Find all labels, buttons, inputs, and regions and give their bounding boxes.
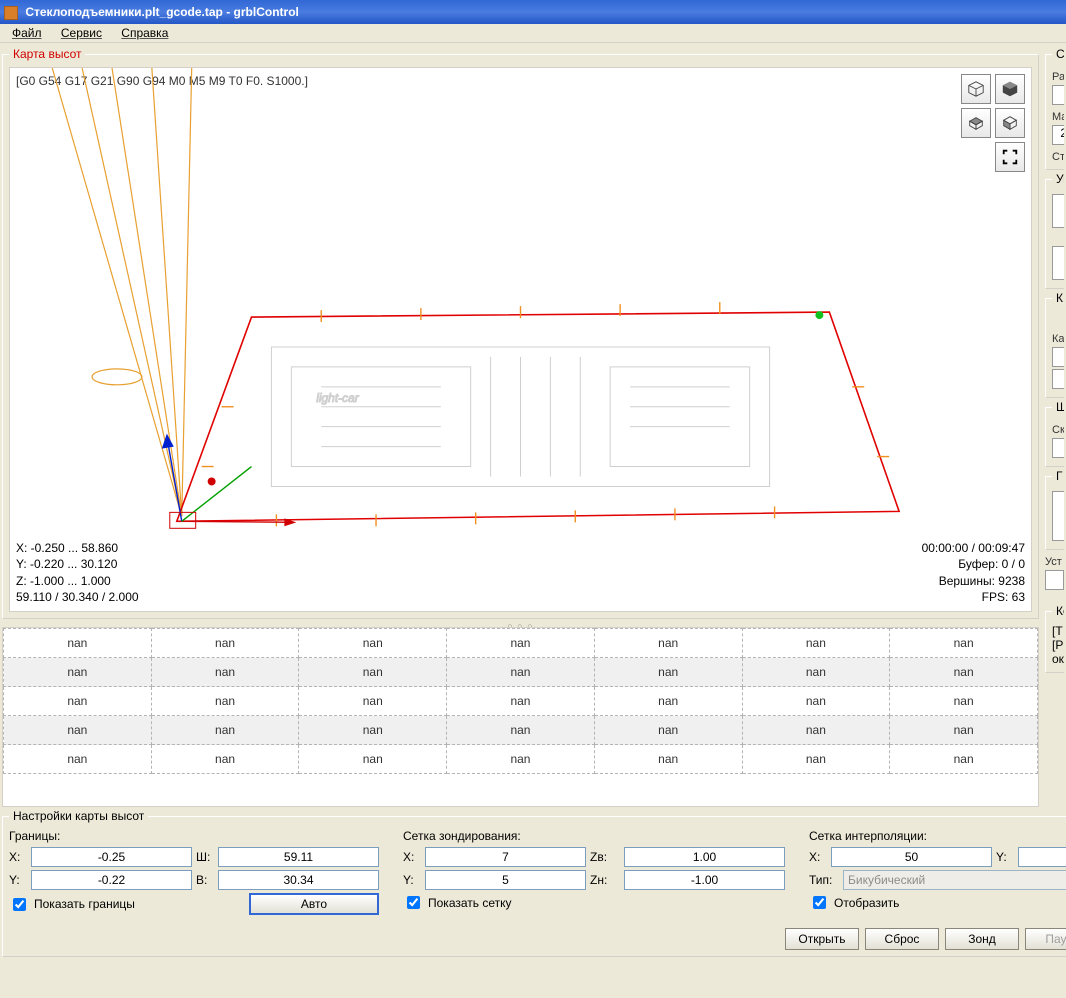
viewport-3d[interactable]: [G0 G54 G17 G21 G90 G94 M0 M5 M9 T0 F0. … (9, 67, 1032, 612)
interp-y-input[interactable] (1018, 847, 1066, 867)
heightmap-group: Карта высот [G0 G54 G17 G21 G90 G94 M0 M… (2, 47, 1039, 619)
table-cell[interactable]: nan (299, 716, 447, 745)
menubar: Файл Сервис Справка (0, 24, 1066, 43)
table-cell[interactable]: nan (4, 716, 152, 745)
table-cell[interactable]: nan (299, 687, 447, 716)
pause-button[interactable]: Пауза (1025, 928, 1066, 950)
table-cell[interactable]: nan (299, 629, 447, 658)
heightmap-settings-group: Настройки карты высот Границы: X: Ш: Y: … (2, 809, 1066, 957)
menu-help[interactable]: Справка (113, 24, 176, 42)
viewport-coords: X: -0.250 ... 58.860 Y: -0.220 ... 30.12… (16, 540, 139, 605)
menu-service[interactable]: Сервис (53, 24, 110, 42)
view-iso-button[interactable] (961, 74, 991, 104)
table-cell[interactable]: nan (742, 658, 890, 687)
bounds-x-input[interactable] (31, 847, 192, 867)
table-cell[interactable]: nan (151, 629, 299, 658)
auto-button[interactable]: Авто (249, 893, 379, 915)
bounds-section: Границы: X: Ш: Y: В: Показать границы (9, 829, 379, 918)
view-fit-button[interactable] (995, 142, 1025, 172)
app-icon (4, 6, 18, 20)
table-cell[interactable]: nan (4, 687, 152, 716)
view-front-button[interactable] (995, 108, 1025, 138)
table-cell[interactable]: nan (890, 687, 1038, 716)
window-title: Стеклоподъемники.plt_gcode.tap - grblCon… (25, 5, 299, 19)
table-cell[interactable]: nan (742, 716, 890, 745)
table-cell[interactable]: nan (299, 658, 447, 687)
table-cell[interactable]: nan (4, 658, 152, 687)
table-cell[interactable]: nan (151, 658, 299, 687)
settings-legend: Настройки карты высот (9, 809, 148, 823)
reset-button[interactable]: Сброс (865, 928, 939, 950)
viewport-stats: 00:00:00 / 00:09:47 Буфер: 0 / 0 Вершины… (922, 540, 1025, 605)
table-cell[interactable]: nan (890, 658, 1038, 687)
table-cell[interactable]: nan (4, 629, 152, 658)
show-interp-checkbox[interactable] (813, 896, 826, 909)
titlebar: Стеклоподъемники.plt_gcode.tap - grblCon… (0, 0, 1066, 24)
table-cell[interactable]: nan (151, 687, 299, 716)
table-cell[interactable]: nan (299, 745, 447, 774)
show-bounds-checkbox[interactable] (13, 898, 26, 911)
viewport-canvas: light-car (10, 68, 1031, 611)
heightmap-legend: Карта высот (9, 47, 85, 61)
table-cell[interactable]: nan (594, 687, 742, 716)
table-cell[interactable]: nan (742, 629, 890, 658)
table-cell[interactable]: nan (447, 629, 595, 658)
table-cell[interactable]: nan (594, 629, 742, 658)
gcode-preview-line: [G0 G54 G17 G21 G90 G94 M0 M5 M9 T0 F0. … (16, 74, 308, 88)
table-cell[interactable]: nan (890, 716, 1038, 745)
menu-file[interactable]: Файл (4, 24, 50, 42)
table-cell[interactable]: nan (594, 745, 742, 774)
probe-zb-input[interactable] (624, 870, 785, 890)
table-cell[interactable]: nan (742, 687, 890, 716)
table-cell[interactable]: nan (447, 658, 595, 687)
table-cell[interactable]: nan (447, 716, 595, 745)
show-probe-grid-checkbox[interactable] (407, 896, 420, 909)
table-cell[interactable]: nan (151, 716, 299, 745)
table-cell[interactable]: nan (447, 687, 595, 716)
probe-button[interactable]: Зонд (945, 928, 1019, 950)
svg-text:light-car: light-car (316, 391, 359, 405)
table-cell[interactable]: nan (890, 745, 1038, 774)
bounds-y-input[interactable] (31, 870, 192, 890)
table-cell[interactable]: nan (4, 745, 152, 774)
view-iso-solid-button[interactable] (995, 74, 1025, 104)
interp-type-select[interactable]: Бикубический (843, 870, 1066, 890)
interp-section: Сетка интерполяции: X: Y: Тип: Бикубичес… (809, 829, 1066, 918)
view-top-button[interactable] (961, 108, 991, 138)
open-button[interactable]: Открыть (785, 928, 859, 950)
heightmap-data-table[interactable]: nannannannannannannannannannannannannann… (2, 627, 1039, 807)
probe-zt-input[interactable] (624, 847, 785, 867)
table-cell[interactable]: nan (594, 658, 742, 687)
bounds-w-input[interactable] (218, 847, 379, 867)
table-cell[interactable]: nan (447, 745, 595, 774)
table-cell[interactable]: nan (890, 629, 1038, 658)
probe-y-input[interactable] (425, 870, 586, 890)
interp-x-input[interactable] (831, 847, 992, 867)
table-cell[interactable]: nan (594, 716, 742, 745)
probe-section: Сетка зондирования: X: Zв: Y: Zн: Показа… (403, 829, 785, 918)
bounds-h-input[interactable] (218, 870, 379, 890)
probe-x-input[interactable] (425, 847, 586, 867)
table-cell[interactable]: nan (151, 745, 299, 774)
table-cell[interactable]: nan (742, 745, 890, 774)
